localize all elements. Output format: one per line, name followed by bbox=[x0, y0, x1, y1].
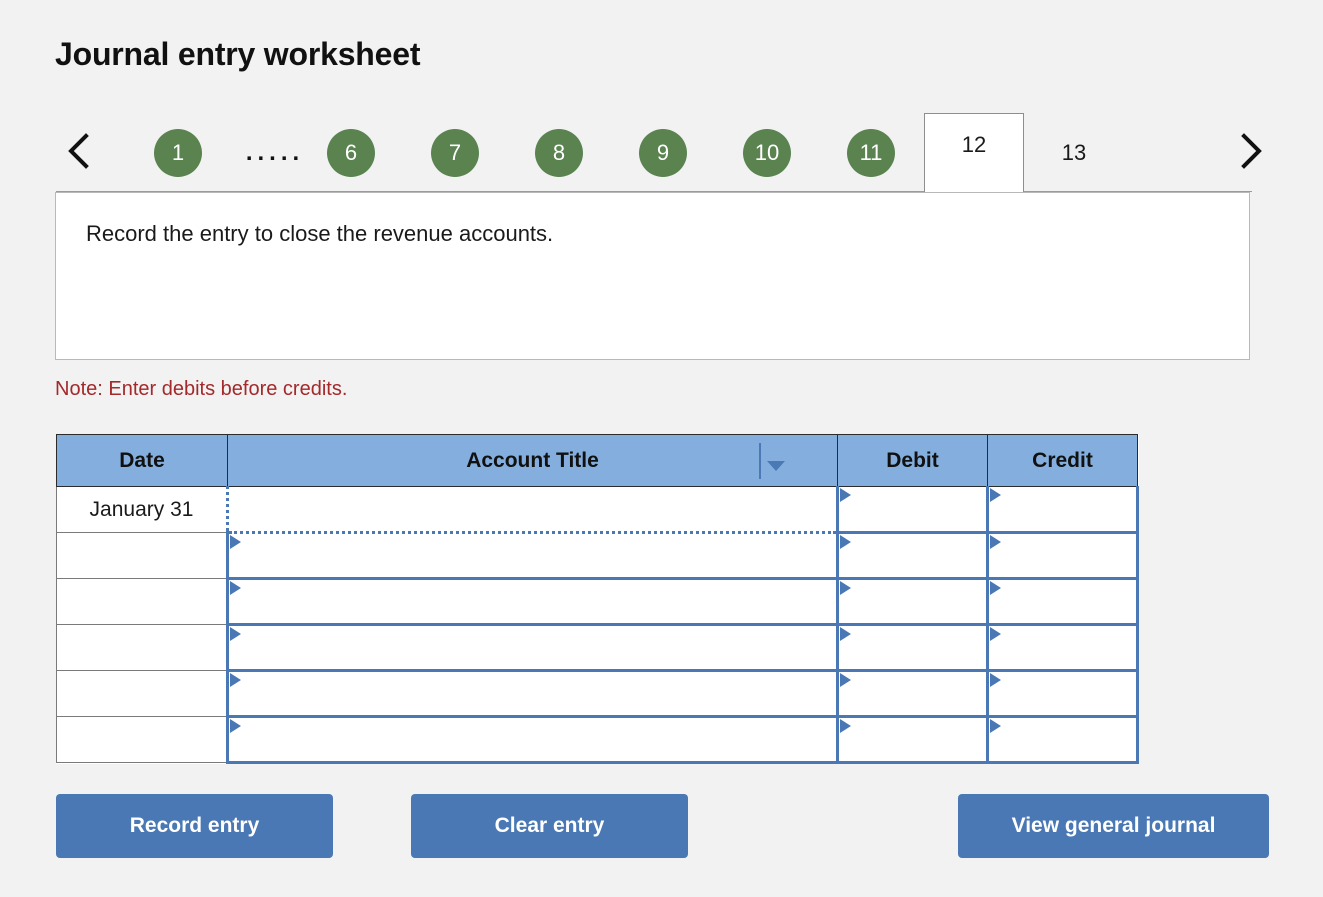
column-header-date: Date bbox=[56, 434, 228, 487]
tab-7[interactable]: 7 bbox=[431, 129, 479, 177]
cell-credit-4[interactable] bbox=[986, 624, 1139, 672]
cell-marker-icon bbox=[230, 535, 241, 549]
cell-account-title-2[interactable] bbox=[226, 532, 839, 580]
clear-entry-button[interactable]: Clear entry bbox=[411, 794, 688, 858]
cell-credit-3-value bbox=[1003, 580, 1130, 623]
cell-debit-5[interactable] bbox=[836, 670, 989, 718]
cell-date-1[interactable]: January 31 bbox=[56, 486, 228, 533]
cell-account-title-5-value bbox=[243, 672, 830, 715]
cell-marker-icon bbox=[840, 673, 851, 687]
tab-6[interactable]: 6 bbox=[327, 129, 375, 177]
cell-marker-icon bbox=[840, 535, 851, 549]
tab-11[interactable]: 11 bbox=[847, 129, 895, 177]
cell-date-6[interactable] bbox=[56, 716, 228, 763]
chevron-left-icon bbox=[68, 133, 89, 169]
cell-marker-icon bbox=[990, 673, 1001, 687]
cell-account-title-1-value bbox=[243, 487, 830, 531]
cell-marker-icon bbox=[990, 719, 1001, 733]
cell-marker-icon bbox=[840, 581, 851, 595]
instruction-text: Record the entry to close the revenue ac… bbox=[86, 221, 554, 246]
table-row bbox=[56, 578, 1139, 626]
cell-account-title-3[interactable] bbox=[226, 578, 839, 626]
cell-credit-1-value bbox=[1003, 487, 1130, 531]
cell-marker-icon bbox=[840, 719, 851, 733]
cell-marker-icon bbox=[230, 673, 241, 687]
cell-credit-5[interactable] bbox=[986, 670, 1139, 718]
cell-marker-icon bbox=[230, 581, 241, 595]
prev-page-button[interactable] bbox=[60, 126, 100, 176]
cell-marker-icon bbox=[990, 488, 1001, 502]
next-page-button[interactable] bbox=[1230, 126, 1270, 176]
cell-credit-1[interactable] bbox=[986, 486, 1139, 534]
cell-account-title-6[interactable] bbox=[226, 716, 839, 764]
cell-credit-6-value bbox=[1003, 718, 1130, 761]
table-row bbox=[56, 716, 1139, 764]
cell-marker-icon bbox=[990, 581, 1001, 595]
cell-marker-icon bbox=[840, 488, 851, 502]
column-header-account-title-label: Account Title bbox=[466, 448, 599, 472]
table-header-row: Date Account Title Debit Credit bbox=[56, 434, 1138, 487]
cell-marker-icon bbox=[230, 627, 241, 641]
cell-credit-3[interactable] bbox=[986, 578, 1139, 626]
cell-account-title-4-value bbox=[243, 626, 830, 669]
tab-12-active[interactable]: 12 bbox=[924, 113, 1024, 192]
cell-debit-4[interactable] bbox=[836, 624, 989, 672]
cell-debit-3[interactable] bbox=[836, 578, 989, 626]
cell-account-title-4[interactable] bbox=[226, 624, 839, 672]
cell-account-title-3-value bbox=[243, 580, 830, 623]
cell-credit-2-value bbox=[1003, 534, 1130, 577]
cell-date-2[interactable] bbox=[56, 532, 228, 579]
tab-13[interactable]: 13 bbox=[1044, 129, 1104, 177]
table-row bbox=[56, 670, 1139, 718]
cell-account-title-1[interactable] bbox=[226, 486, 839, 534]
cell-account-title-2-value bbox=[243, 534, 830, 577]
column-header-credit: Credit bbox=[987, 434, 1138, 487]
table-row bbox=[56, 624, 1139, 672]
column-header-account-title: Account Title bbox=[227, 434, 838, 487]
column-resize-marker bbox=[759, 443, 761, 479]
record-entry-button[interactable]: Record entry bbox=[56, 794, 333, 858]
cell-account-title-6-value bbox=[243, 718, 830, 761]
cell-credit-2[interactable] bbox=[986, 532, 1139, 580]
instruction-panel: Record the entry to close the revenue ac… bbox=[55, 192, 1250, 360]
tab-10[interactable]: 10 bbox=[743, 129, 791, 177]
cell-debit-2[interactable] bbox=[836, 532, 989, 580]
cell-debit-1-value bbox=[853, 487, 980, 531]
cell-debit-3-value bbox=[853, 580, 980, 623]
cell-debit-2-value bbox=[853, 534, 980, 577]
cell-credit-6[interactable] bbox=[986, 716, 1139, 764]
cell-marker-icon bbox=[990, 535, 1001, 549]
tab-8[interactable]: 8 bbox=[535, 129, 583, 177]
chevron-right-icon bbox=[1241, 133, 1262, 169]
tab-1[interactable]: 1 bbox=[154, 129, 202, 177]
table-body: January 31 bbox=[56, 486, 1139, 764]
tab-9[interactable]: 9 bbox=[639, 129, 687, 177]
chevron-down-icon[interactable] bbox=[767, 461, 785, 471]
cell-account-title-5[interactable] bbox=[226, 670, 839, 718]
table-row: January 31 bbox=[56, 486, 1139, 534]
cell-date-5[interactable] bbox=[56, 670, 228, 717]
cell-debit-6[interactable] bbox=[836, 716, 989, 764]
debits-before-credits-note: Note: Enter debits before credits. bbox=[55, 378, 348, 400]
cell-date-4[interactable] bbox=[56, 624, 228, 671]
worksheet-tab-strip: 1 ..... 6 7 8 9 10 11 12 13 bbox=[50, 110, 1270, 194]
cell-credit-4-value bbox=[1003, 626, 1130, 669]
cell-date-3[interactable] bbox=[56, 578, 228, 625]
view-general-journal-button[interactable]: View general journal bbox=[958, 794, 1269, 858]
cell-credit-5-value bbox=[1003, 672, 1130, 715]
cell-marker-icon bbox=[840, 627, 851, 641]
cell-debit-1[interactable] bbox=[836, 486, 989, 534]
table-row bbox=[56, 532, 1139, 580]
journal-entry-table: Date Account Title Debit Credit January … bbox=[56, 434, 1139, 764]
page-title: Journal entry worksheet bbox=[55, 36, 421, 72]
cell-marker-icon bbox=[230, 719, 241, 733]
column-header-debit: Debit bbox=[837, 434, 988, 487]
cell-marker-icon bbox=[990, 627, 1001, 641]
tab-ellipsis: ..... bbox=[245, 139, 305, 166]
cell-debit-6-value bbox=[853, 718, 980, 761]
cell-debit-5-value bbox=[853, 672, 980, 715]
cell-debit-4-value bbox=[853, 626, 980, 669]
